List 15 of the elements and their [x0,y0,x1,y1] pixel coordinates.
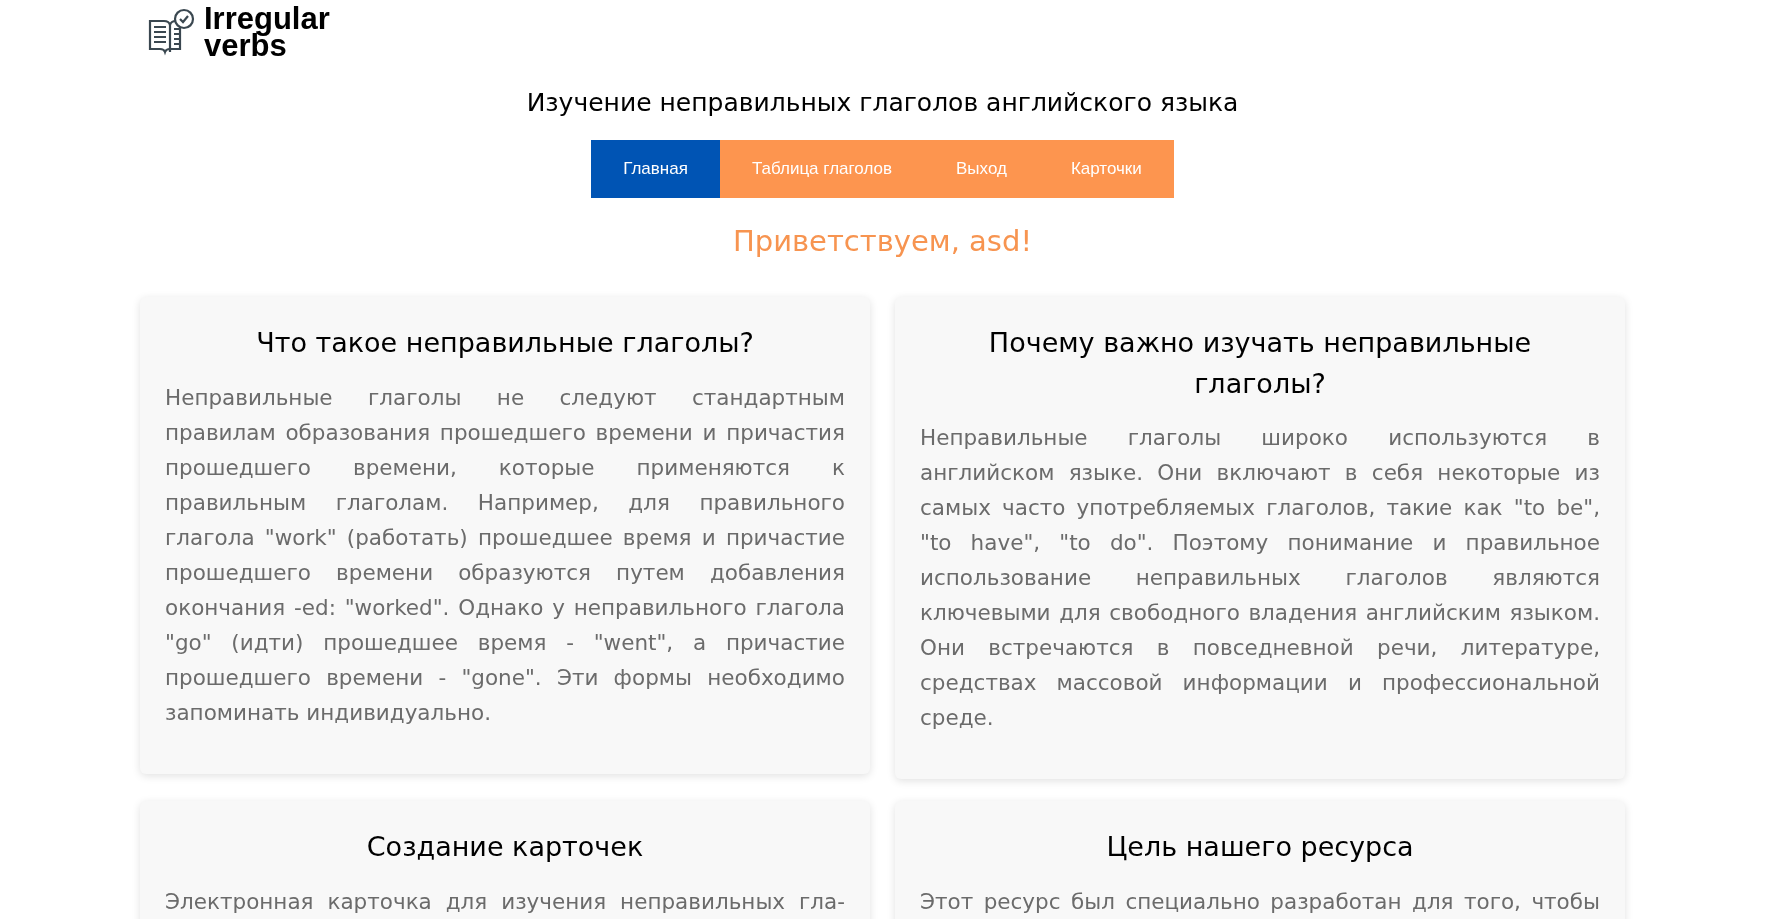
greeting-text: Приветствуем, asd! [731,222,1034,260]
nav-tab[interactable]: Карточки [1038,139,1174,198]
page-heading: Изучение неправильных глаголов английского языка [525,87,1240,119]
book-check-icon [146,7,196,57]
card-text: Неправильные глаголы не следуют стандартным правилам образования прошедшего времени и причастия прошедшего времени, которые применяются к правильным глаголам. Например, для правильного глагола "work" (работать) прошедшее время и причастие прошедшего времени образуются путем добавления окончания -ed: "worked". Однако у неправильного глагола "go" (идти) прошедшее время - "went", а причастие прошедшего времени - "gone". Эти формы необходимо запоминать индивидуально. [165,383,845,727]
nav-tab[interactable]: Выход [924,139,1039,198]
card-title: Что такое неправильные глаголы? [255,326,755,360]
card-text: Этот ресурс был специально разработан для того, чтобы [920,887,1600,916]
card-title: Создание карточек [365,830,645,864]
nav-tab[interactable]: Таблица глаголов [719,139,924,198]
card-title: Цель нашего ресурса [1105,830,1415,864]
card-text: Электронная карточка для изучения неправильных гла- [165,887,845,916]
card-title: Почему важно изучать неправильные глаголы? [987,326,1533,401]
nav-tab[interactable]: Главная [591,139,720,198]
card-text: Неправильные глаголы широко используются в английском языке. Они включают в себя некоторые из самых часто употребляемых глаголов, такие как "to be", "to have", "to do". Поэтому понимание и правильное использование неправильных глаголов являются ключевыми для свободного владения английским языком. Они встречаются в повседневной речи, литературе, средствах массовой информации и профессиональной среде. [920,424,1600,732]
